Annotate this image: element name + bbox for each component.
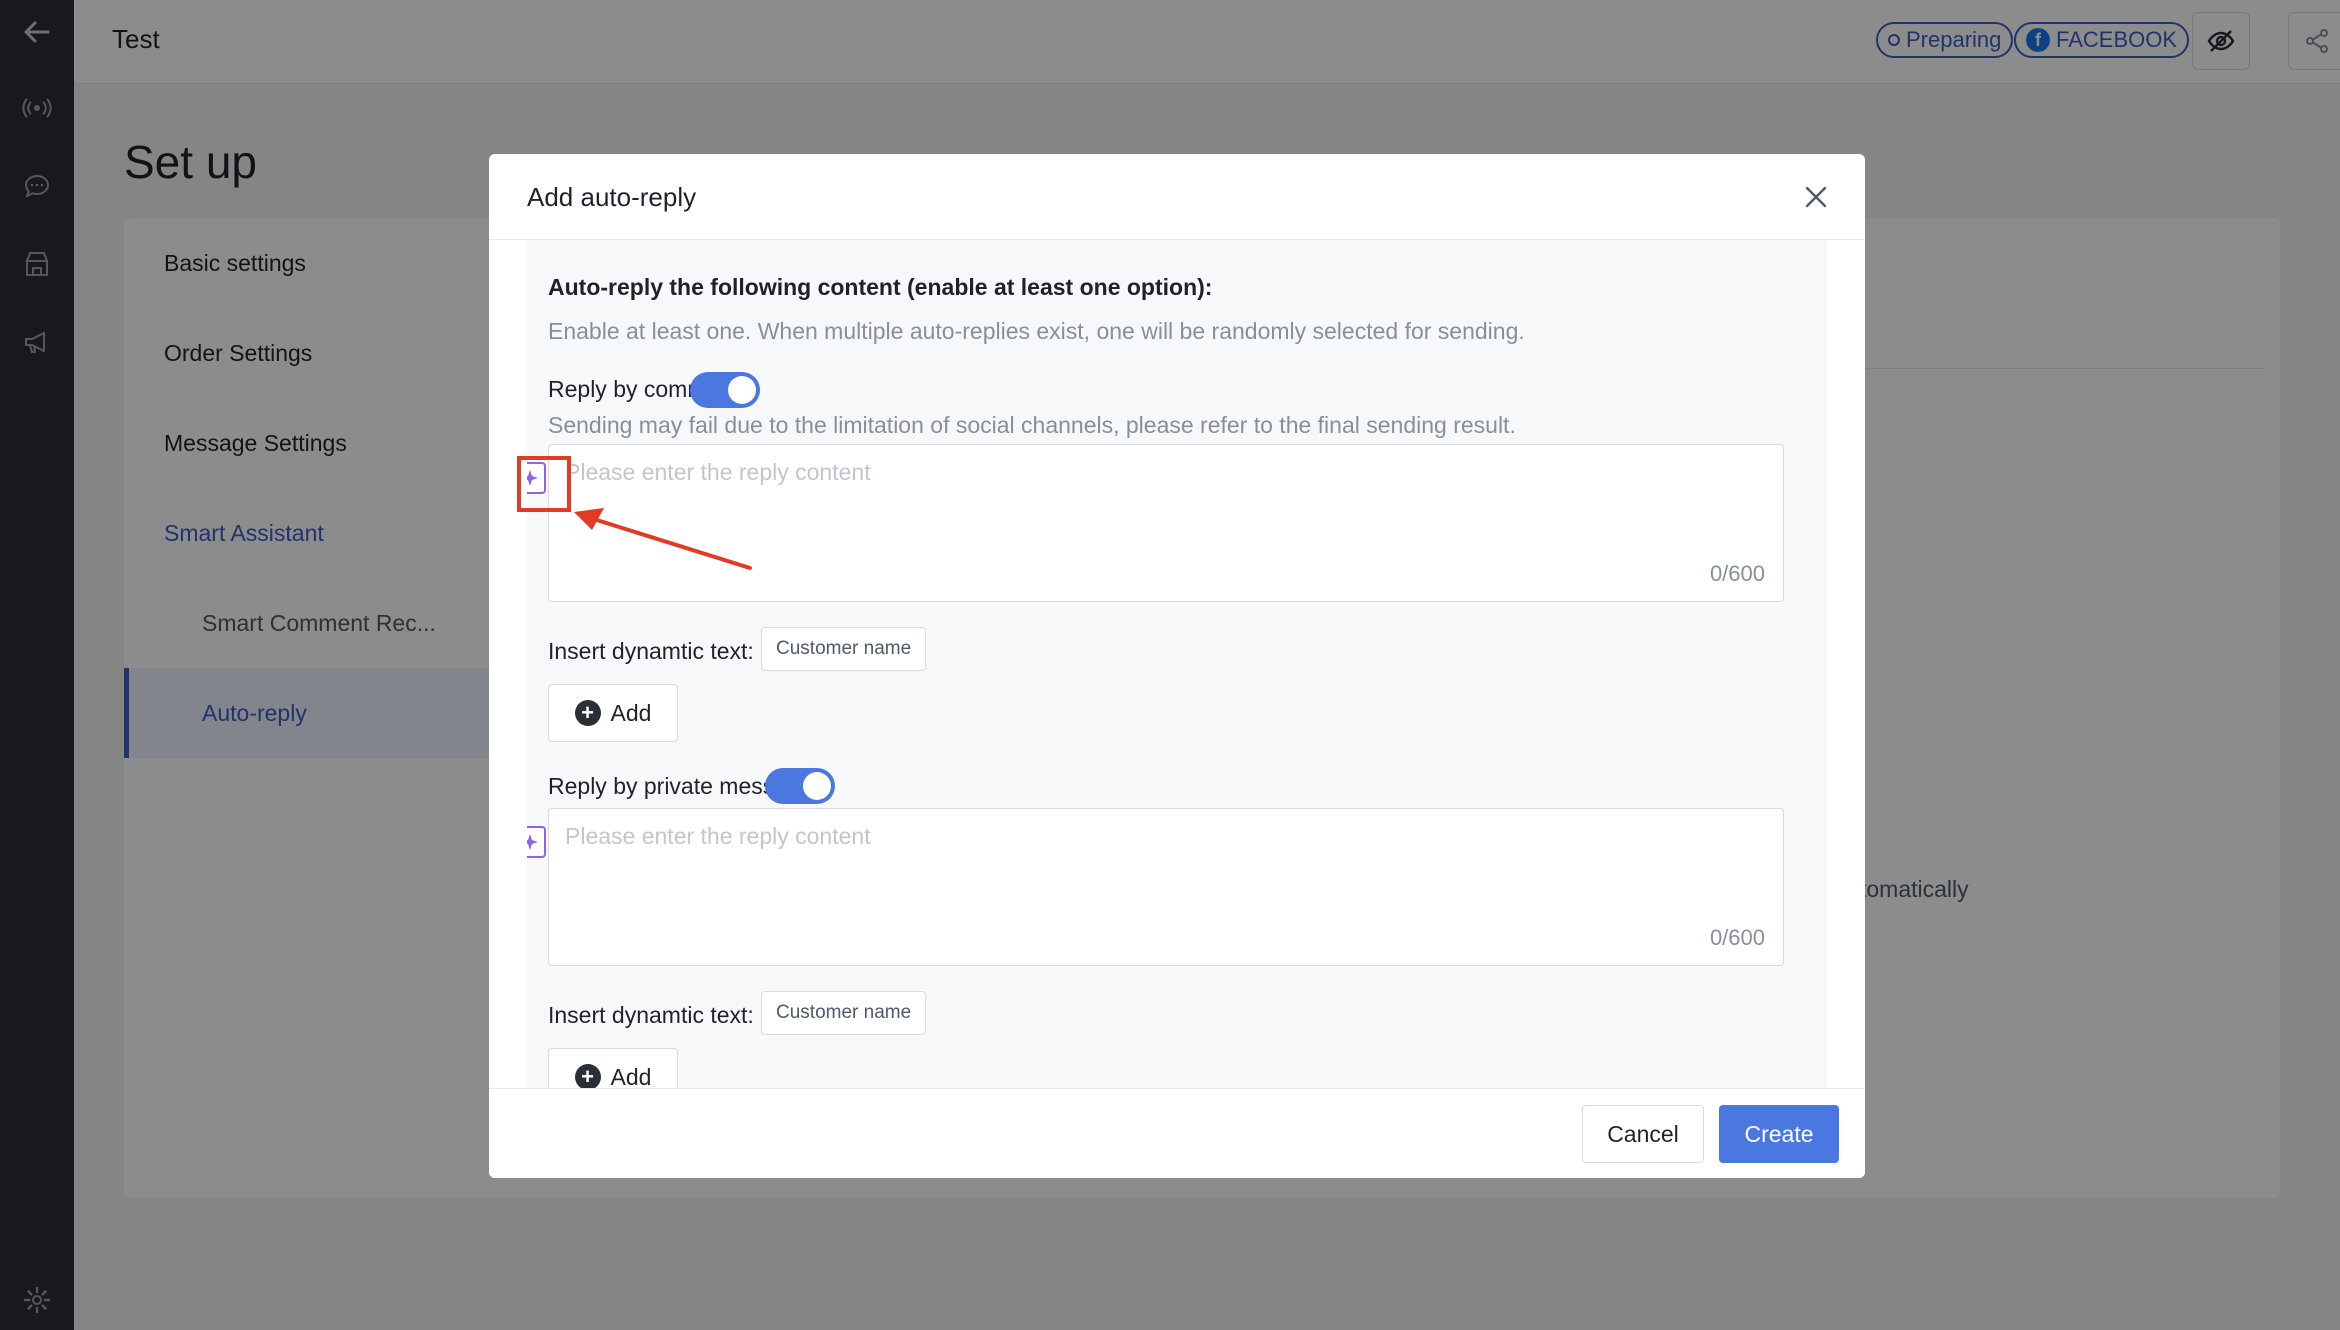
customer-name-chip[interactable]: Customer name bbox=[761, 627, 927, 671]
add-button-label: Add bbox=[610, 1063, 652, 1089]
close-icon bbox=[1805, 186, 1827, 208]
insert-dynamic-label: Insert dynamtic text: bbox=[548, 638, 754, 664]
section-hint: Enable at least one. When multiple auto-… bbox=[548, 318, 1525, 344]
insert-dynamic-label: Insert dynamtic text: bbox=[548, 1002, 754, 1028]
customer-name-chip[interactable]: Customer name bbox=[761, 991, 927, 1035]
plus-circle-icon: + bbox=[574, 700, 601, 726]
plus-circle-icon: + bbox=[574, 1064, 601, 1088]
create-button[interactable]: Create bbox=[1719, 1105, 1839, 1163]
add-comment-reply-button[interactable]: + Add bbox=[548, 684, 678, 742]
annotation-arrow bbox=[574, 508, 752, 570]
comment-char-count: 0/600 bbox=[1709, 561, 1765, 586]
comment-warning: Sending may fail due to the limitation o… bbox=[548, 412, 1516, 438]
add-auto-reply-dialog: Add auto-reply Auto-reply the following … bbox=[489, 154, 1865, 1178]
modal-body[interactable]: Auto-reply the following content (enable… bbox=[527, 240, 1827, 1088]
add-button-label: Add bbox=[610, 699, 652, 726]
modal-title: Add auto-reply bbox=[527, 182, 697, 212]
cancel-button[interactable]: Cancel bbox=[1582, 1105, 1704, 1163]
reply-by-comment-toggle[interactable] bbox=[690, 372, 760, 408]
reply-by-private-toggle[interactable] bbox=[765, 768, 835, 804]
ai-sparkle-icon[interactable] bbox=[527, 826, 546, 858]
modal-header: Add auto-reply bbox=[489, 154, 1865, 240]
private-reply-textarea-box: 0/600 bbox=[548, 808, 1784, 966]
private-char-count: 0/600 bbox=[1709, 925, 1765, 950]
section-heading: Auto-reply the following content (enable… bbox=[548, 274, 1213, 300]
private-reply-input[interactable] bbox=[565, 823, 1765, 923]
annotation-highlight-box bbox=[517, 456, 571, 512]
close-button[interactable] bbox=[1801, 182, 1831, 212]
add-private-reply-button[interactable]: + Add bbox=[548, 1048, 678, 1088]
